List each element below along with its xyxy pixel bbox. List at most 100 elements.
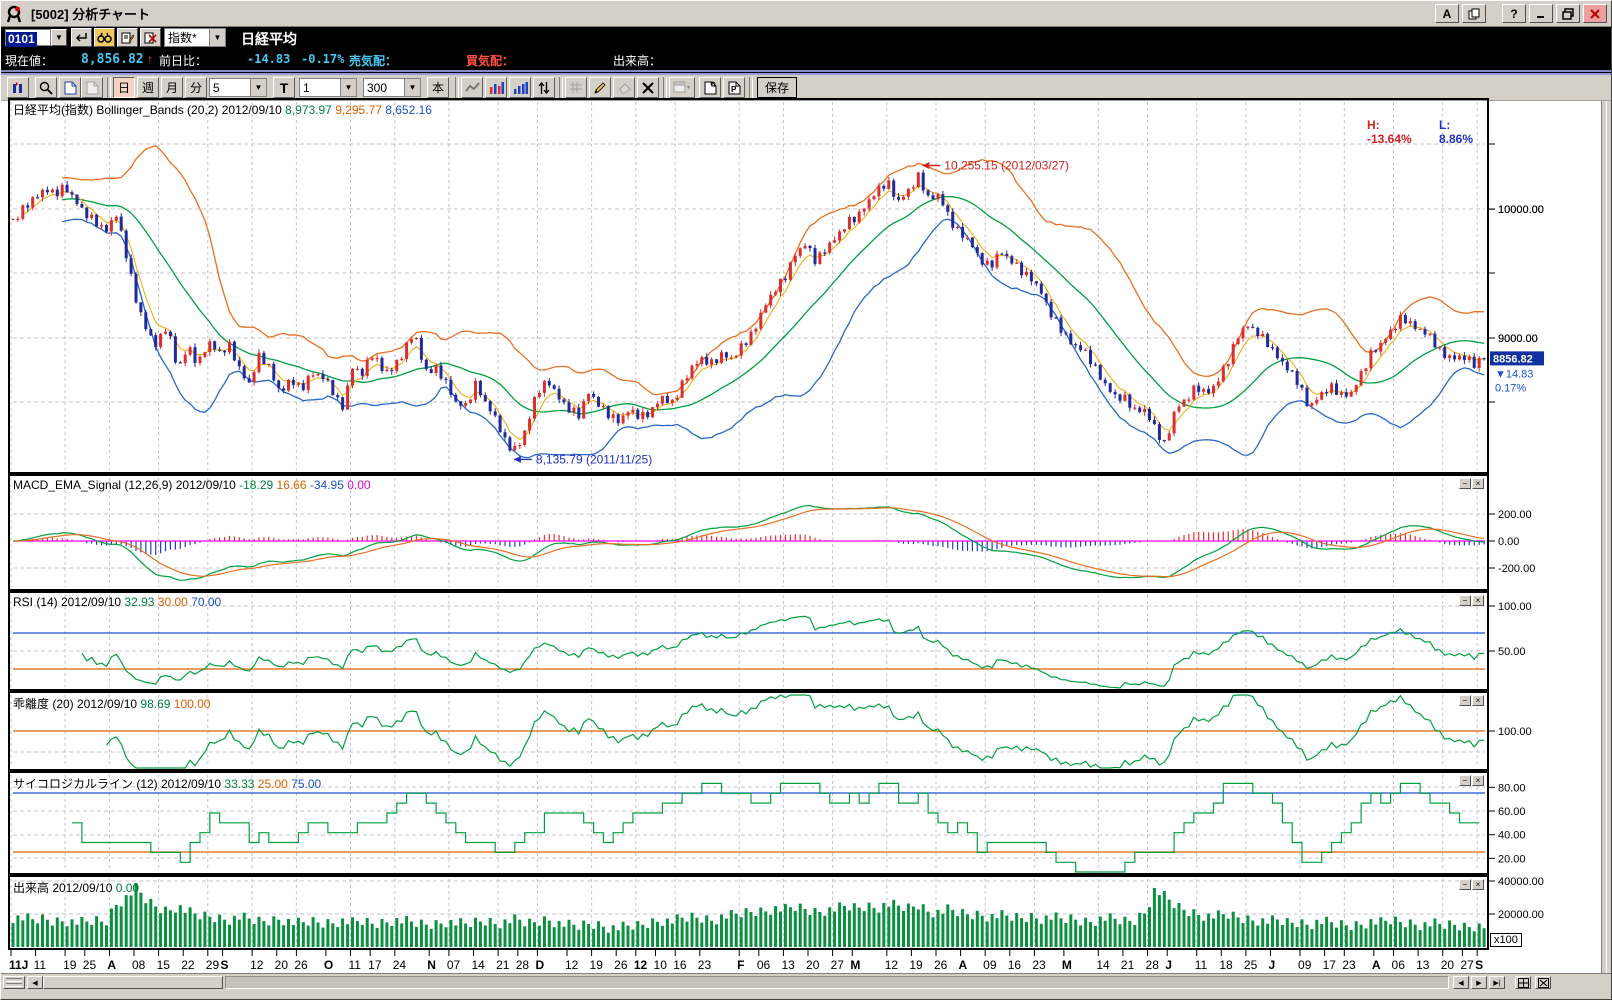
x-tick-label: 20 — [806, 958, 820, 972]
x-tick-label: 11 — [1195, 958, 1208, 972]
x-tick-label: S — [1475, 958, 1483, 972]
high-annotation: 10,255.15 (2012/03/27) — [922, 158, 1069, 172]
x-tick-label: 21 — [1121, 958, 1135, 972]
scrollbar-thumb[interactable] — [43, 976, 223, 989]
close-panel-button[interactable] — [1535, 976, 1551, 989]
high-annotation-text: 10,255.15 (2012/03/27) — [944, 158, 1069, 172]
panel-minimize-button[interactable]: − — [1459, 775, 1471, 786]
panel-minimize-button[interactable]: − — [1459, 478, 1471, 489]
x-tick-label: 06 — [1392, 958, 1406, 972]
x-tick-label: 07 — [447, 958, 461, 972]
axis-label-psych: 80.00 — [1498, 782, 1526, 794]
low-percent-label: L: 8.86% — [1439, 118, 1473, 146]
panel-header-kairi: 乖離度 (20) 2012/09/10 98.69 100.00 — [13, 695, 210, 712]
panel-minimize-button[interactable]: − — [1459, 695, 1471, 706]
x-tick-label: 28 — [1146, 958, 1160, 972]
x-tick-label: 18 — [1219, 958, 1233, 972]
x-tick-label: 11 — [34, 958, 47, 972]
x-tick-label: 13 — [1416, 958, 1430, 972]
axis-label-kairi: 100.00 — [1498, 726, 1532, 738]
scrollbar-track[interactable] — [225, 976, 1449, 989]
x-tick-label: N — [427, 958, 436, 972]
x-tick-label: 08 — [132, 958, 146, 972]
low-annotation-text: 8,135.79 (2011/11/25) — [536, 452, 652, 466]
x-tick-label: 12 — [565, 958, 579, 972]
panel-close-button[interactable]: × — [1472, 775, 1484, 786]
x-tick-label: 27 — [1460, 958, 1474, 972]
panel-close-button[interactable]: × — [1472, 695, 1484, 706]
x-tick-label: 26 — [614, 958, 628, 972]
x-tick-label: 16 — [673, 958, 687, 972]
x-tick-label: 17 — [368, 958, 382, 972]
x-tick-label: 09 — [1298, 958, 1312, 972]
x-tick-label: A — [1372, 958, 1381, 972]
high-percent-label: H: -13.64% — [1367, 118, 1412, 146]
last-price: 8856.82 — [1493, 353, 1533, 365]
panel-close-button[interactable]: × — [1472, 478, 1484, 489]
x-tick-label: 09 — [983, 958, 997, 972]
panel-close-button[interactable]: × — [1472, 595, 1484, 606]
right-groove — [1601, 101, 1607, 973]
panel-header-macd: MACD_EMA_Signal (12,26,9) 2012/09/10 -18… — [13, 478, 371, 492]
x-tick-label: J — [1269, 958, 1276, 972]
x-tick-label: M — [850, 958, 860, 972]
x-tick-label: S — [221, 958, 229, 972]
axis-label-main: 9000.00 — [1498, 333, 1538, 345]
x-tick-label: A — [107, 958, 116, 972]
x-tick-label: 29 — [206, 958, 220, 972]
x-tick-label: 23 — [1342, 958, 1356, 972]
x-tick-label: 20 — [1441, 958, 1455, 972]
x-tick-label: 14 — [471, 958, 485, 972]
x-tick-label: O — [324, 958, 333, 972]
x-tick-label: 12 — [250, 958, 264, 972]
x-tick-label: 14 — [1096, 958, 1110, 972]
x-tick-label: 23 — [1032, 958, 1046, 972]
x-tick-label: 06 — [757, 958, 771, 972]
axis-label-rsi: 50.00 — [1498, 646, 1526, 658]
nav-next-button[interactable]: ▶ — [1471, 976, 1487, 989]
axis-label-macd: -200.00 — [1498, 563, 1535, 575]
analysis-chart-window: [5002] 分析チャート A ? 0101 ▼ — [0, 0, 1612, 1000]
scroll-left-button[interactable]: ◀ — [27, 976, 43, 989]
nav-end-button[interactable]: ▶| — [1489, 976, 1505, 989]
x-tick-label: 26 — [294, 958, 308, 972]
last-percent: 0.17% — [1495, 382, 1526, 394]
tile-icon — [1518, 978, 1529, 988]
axis-label-psych: 20.00 — [1498, 853, 1526, 865]
x-tick-label: 25 — [1244, 958, 1258, 972]
chart-canvas[interactable]: 10,255.15 (2012/03/27) 8,135.79 (2011/11/… — [1, 1, 1612, 1000]
volume-unit-label: x100 — [1490, 933, 1522, 947]
axis-label-main: 10000.00 — [1498, 204, 1544, 216]
axis-label-psych: 40.00 — [1498, 830, 1526, 842]
x-tick-label: A — [959, 958, 968, 972]
x-tick-label: 21 — [496, 958, 510, 972]
x-tick-label: 28 — [516, 958, 530, 972]
panel-minimize-button[interactable]: − — [1459, 595, 1471, 606]
scrollbar-grip[interactable] — [3, 976, 25, 989]
x-tick-label: 23 — [698, 958, 712, 972]
x-tick-label: 12 — [885, 958, 899, 972]
x-tick-label: 20 — [275, 958, 289, 972]
x-tick-label: 19 — [909, 958, 923, 972]
x-tick-label: 10 — [654, 958, 668, 972]
x-tick-label: 26 — [934, 958, 948, 972]
x-tick-label: 25 — [83, 958, 97, 972]
x-tick-label: 22 — [181, 958, 195, 972]
tile-windows-button[interactable] — [1515, 976, 1531, 989]
panel-minimize-button[interactable]: − — [1459, 879, 1471, 890]
x-tick-label: M — [1062, 958, 1072, 972]
axis-label-volume: 20000.00 — [1498, 909, 1544, 921]
axis-label-macd: 0.00 — [1498, 536, 1519, 548]
x-tick-label: F — [737, 958, 744, 972]
x-tick-label: 17 — [1323, 958, 1337, 972]
panel-header-psych: サイコロジカルライン (12) 2012/09/10 33.33 25.00 7… — [13, 775, 321, 792]
x-tick-label: 24 — [393, 958, 407, 972]
axis-label-rsi: 100.00 — [1498, 601, 1532, 613]
x-tick-label: 27 — [831, 958, 845, 972]
x-tick-label: D — [535, 958, 544, 972]
panel-header-main: 日経平均(指数) Bollinger_Bands (20,2) 2012/09/… — [13, 101, 432, 118]
nav-prev-button[interactable]: ◀ — [1453, 976, 1469, 989]
panel-close-button[interactable]: × — [1472, 879, 1484, 890]
x-tick-label: 19 — [63, 958, 77, 972]
x-tick-label: 15 — [157, 958, 171, 972]
